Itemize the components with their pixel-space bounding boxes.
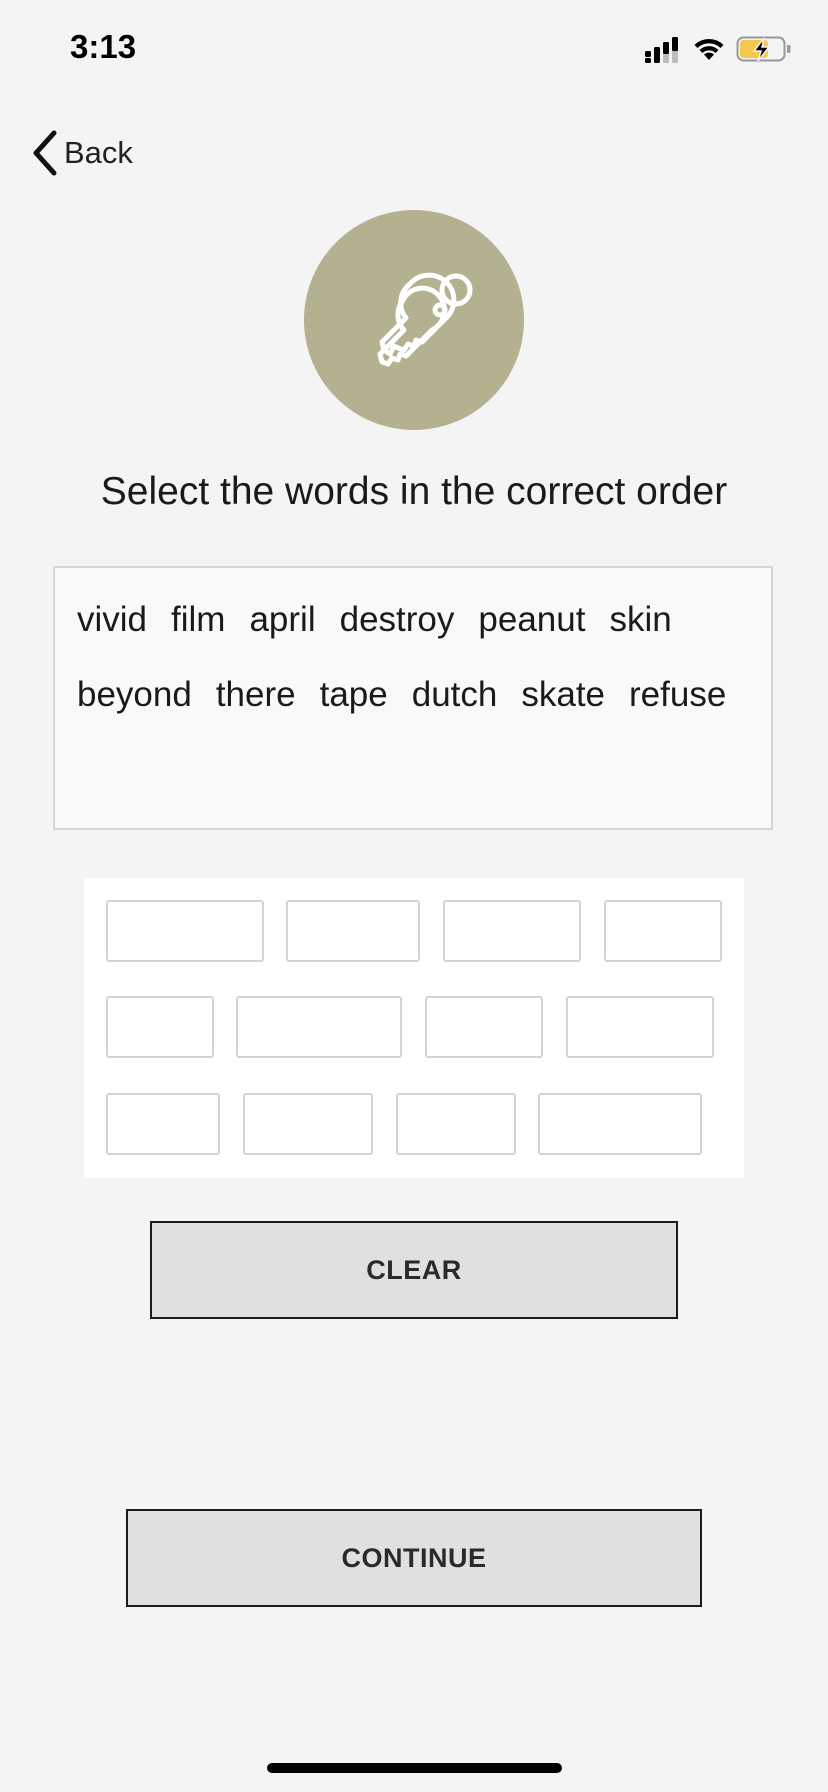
answer-slot[interactable] [106,996,214,1058]
answer-slot[interactable] [538,1093,702,1155]
continue-button[interactable]: CONTINUE [126,1509,702,1607]
word-chip[interactable]: dutch [400,657,510,732]
answer-slot[interactable] [106,900,264,962]
clear-button[interactable]: CLEAR [150,1221,678,1319]
battery-charging-icon [736,36,791,62]
word-chip[interactable]: beyond [65,657,204,732]
word-chip[interactable]: skate [509,657,617,732]
word-chip[interactable]: skin [597,582,683,657]
word-bank: vivid film april destroy peanut skin bey… [53,566,773,830]
word-chip[interactable]: vivid [65,582,159,657]
word-chip[interactable]: peanut [466,582,597,657]
signal-icon [645,37,678,63]
answer-slot[interactable] [566,996,714,1058]
answer-slot[interactable] [236,996,402,1058]
word-chip[interactable]: there [204,657,308,732]
word-chip[interactable]: destroy [328,582,467,657]
answer-slot[interactable] [243,1093,373,1155]
word-chip[interactable]: tape [308,657,400,732]
wifi-icon [694,38,724,60]
word-chip[interactable]: refuse [617,657,738,732]
answer-slot[interactable] [106,1093,220,1155]
keys-icon [377,272,473,367]
word-chip[interactable]: april [237,582,327,657]
answer-slot[interactable] [443,900,581,962]
back-label: Back [64,135,133,170]
answer-slot[interactable] [425,996,543,1058]
answer-slot[interactable] [286,900,420,962]
instruction-text: Select the words in the correct order [100,470,728,513]
answer-slot[interactable] [604,900,722,962]
status-icons [644,34,792,64]
answer-slot-area [84,878,744,1178]
screen: 3:13 Back Select the words in the correc… [0,0,828,1792]
word-chip[interactable]: film [159,582,237,657]
answer-slot[interactable] [396,1093,516,1155]
chevron-left-icon [33,130,57,176]
home-indicator[interactable] [267,1763,562,1773]
status-time: 3:13 [70,28,137,65]
back-button[interactable]: Back [30,126,133,180]
hero-icon-circle [304,210,524,430]
